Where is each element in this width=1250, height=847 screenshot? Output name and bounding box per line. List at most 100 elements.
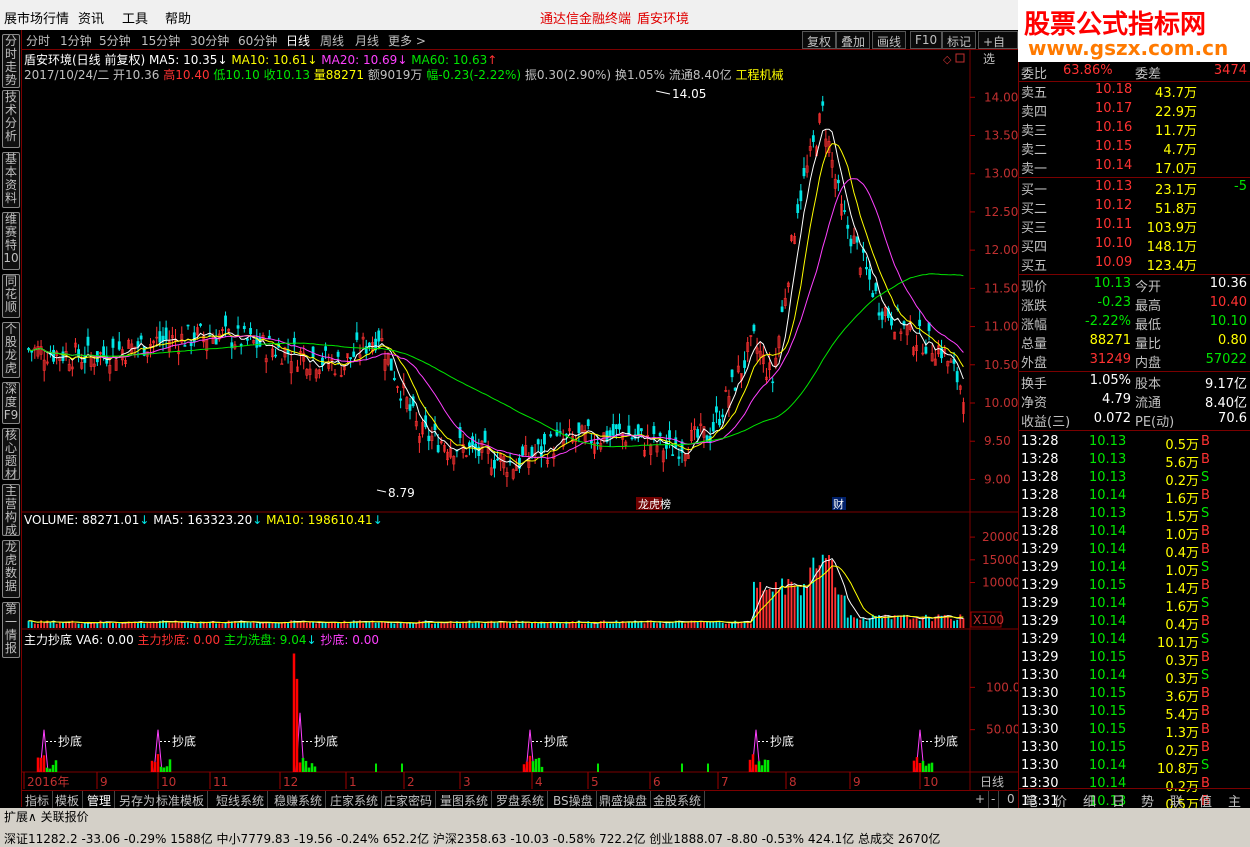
bottom-tab-7[interactable]: 庄家系统 [327,791,383,808]
sell-price: 10.14 [1095,158,1133,173]
tick-row-16: 13:30 10.15 1.3万 B [1019,721,1250,741]
bottom-tab-8[interactable]: 庄家密码 [381,791,437,808]
zoom-button-0[interactable]: + [972,791,990,808]
sell-volume: 22.9万 [1155,105,1197,120]
tick-row-14: 13:30 10.15 3.6万 B [1019,685,1250,705]
indicator-name: 主力抄底 [24,633,73,647]
chaodi-label: 抄底 [58,734,82,749]
tick-price: 10.14 [1089,614,1127,629]
stat-row-2: 涨幅 -2.22% 最低 10.10 [1019,313,1250,333]
price-axis-label: 12.50 [984,205,1018,219]
indicator-zldi: 主力抄底: 0.00 [137,633,221,647]
bottom-tabs: 指标 模板 管理 另存为 标准模板 短线系统 稳赚系统 庄家系统 庄家密码 量图系统 罗盘系统 BS操… [22,790,1019,808]
candle-body [199,323,202,326]
buy-level: 买二 [1021,202,1048,217]
fund-label: 换手 [1021,377,1048,392]
weibi-value: 63.86% [1063,63,1113,78]
candle-body [564,433,568,436]
candle-body [671,454,675,456]
candle-body [352,351,356,357]
tick-price: 10.14 [1089,596,1127,611]
candle-body [711,422,715,432]
candles [27,95,965,487]
stat-label-2: 今开 [1135,280,1162,295]
zoom-button-2[interactable]: 0 [1004,791,1019,808]
buy-level: 买四 [1021,240,1048,255]
bottom-tab-11[interactable]: BS操盘 [550,791,597,808]
bottom-tab-9[interactable]: 量图系统 [437,791,493,808]
bottom-tab-12[interactable]: 鼎盛操盘 [596,791,652,808]
candle-body [214,338,218,345]
bottom-tab-6[interactable]: 稳赚系统 [271,791,327,808]
sell-price: 10.15 [1095,139,1133,154]
tick-side: B [1201,542,1210,557]
stat-value: 10.13 [1093,276,1131,291]
candle-body [614,424,618,430]
time-axis-label: 4 [535,775,543,789]
fund-label-2: 流通 [1135,396,1162,411]
ma20-line [28,178,964,459]
candle-body [865,266,868,270]
bottom-tab-0[interactable]: 指标 [22,791,54,808]
buy-volume: 148.1万 [1146,240,1197,255]
tick-side: B [1201,578,1210,593]
bottom-tab-4[interactable]: 标准模板 [153,791,209,808]
tick-time: 13:30 [1021,722,1059,737]
candle-body [924,346,928,354]
tick-row-7: 13:29 10.14 1.0万 S [1019,559,1250,579]
quote-bottom-tabs: 笔价细日势联值主 [1019,788,1250,810]
buy-level: 买五 [1021,259,1048,274]
tick-price: 10.14 [1089,488,1127,503]
candle-body [639,428,643,432]
sell-level: 卖二 [1021,143,1048,158]
zoom-button-1[interactable]: - [988,791,1000,808]
high-label: 14.05 [672,87,706,101]
bottom-tab-10[interactable]: 罗盘系统 [493,791,549,808]
stat-value-2: 57022 [1205,352,1247,367]
stat-value: 31249 [1089,352,1131,367]
candle-body [242,325,246,330]
indicator-zlxp: 主力洗盘: 9.04 [223,633,307,647]
candle-body [721,414,725,418]
buy-price: 10.10 [1095,236,1133,251]
fund-value-2: 70.6 [1218,411,1247,426]
sell-price: 10.16 [1095,120,1133,135]
ma5-line [28,128,964,469]
candle-body [586,419,590,427]
tick-price: 10.14 [1089,542,1127,557]
kline-chart[interactable]: 14.00 13.50 13.00 12.50 12.00 11.50 11.00 10.50… [0,0,1018,808]
sell-level: 卖四 [1021,105,1048,120]
candle-body [855,236,859,243]
price-axis-label: 11.00 [984,320,1018,334]
candle-body [280,363,284,365]
tick-side: B [1201,434,1210,449]
ma10-line [28,143,964,465]
candle-body [139,335,143,340]
chaodi-label: 抄底 [172,734,196,749]
fund-label: 收益(三) [1021,415,1071,430]
candle-body [336,351,340,357]
status-extend[interactable]: 扩展∧ 关联报价 [4,808,89,825]
fund-value: 1.05% [1089,373,1131,388]
tick-time: 13:28 [1021,524,1059,539]
tick-side: B [1201,452,1210,467]
candle-body [718,418,721,426]
bottom-tab-1[interactable]: 模板 [52,791,84,808]
bottom-tab-2[interactable]: 管理 [84,791,116,808]
candle-body [436,445,440,453]
volume-axis-label: 20000 [982,530,1018,544]
candle-body [192,332,196,343]
buy-volume: 23.1万 [1155,183,1197,198]
chaodi-label: 抄底 [544,734,568,749]
stat-label: 现价 [1021,280,1048,295]
high-pointer [655,90,671,95]
tick-row-5: 13:28 10.14 1.0万 B [1019,523,1250,543]
stat-value-2: 10.36 [1209,276,1247,291]
bottom-tab-5[interactable]: 短线系统 [213,791,269,808]
candle-body [696,429,700,438]
candle-body [493,459,496,469]
bottom-tab-13[interactable]: 金股系统 [650,791,706,808]
buy-volume: 51.8万 [1155,202,1197,217]
stat-value-2: 10.40 [1209,295,1247,310]
stat-label-2: 最低 [1135,318,1162,333]
